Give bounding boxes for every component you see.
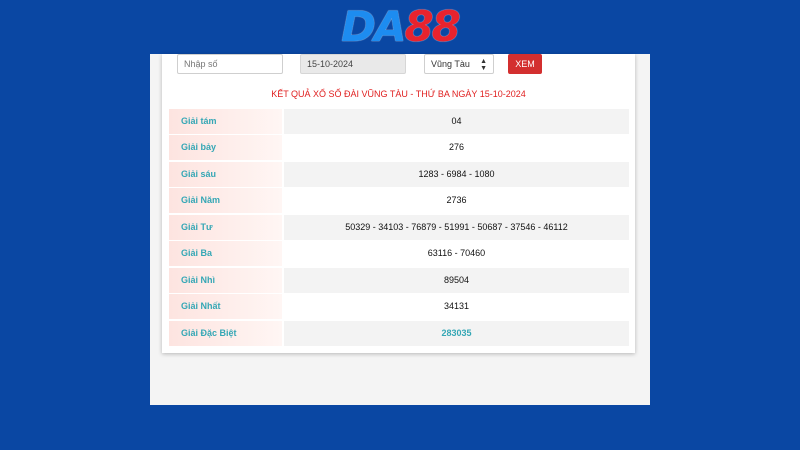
prize-label: Giải Nhất [169, 294, 282, 319]
province-select[interactable]: Vũng Tàu ▲ ▼ [424, 54, 494, 74]
prize-label: Giải Ba [169, 241, 282, 266]
table-row: Giải sáu 1283 - 6984 - 1080 [169, 162, 629, 187]
prize-value: 1283 - 6984 - 1080 [284, 162, 629, 187]
view-button[interactable]: XEM [508, 54, 542, 74]
table-row: Giải Tư 50329 - 34103 - 76879 - 51991 - … [169, 215, 629, 240]
da88-logo: DA88 [0, 4, 800, 50]
table-row: Giải Nhất 34131 [169, 294, 629, 319]
prize-value: 2736 [284, 188, 629, 213]
prize-value: 50329 - 34103 - 76879 - 51991 - 50687 - … [284, 215, 629, 240]
results-card: 15-10-2024 Vũng Tàu ▲▼ XEM KẾT QUẢ XỔ SỐ… [162, 54, 635, 353]
table-row: Giải bảy 276 [169, 135, 629, 160]
prize-label: Giải Đặc Biệt [169, 321, 282, 346]
prize-value: 63116 - 70460 [284, 241, 629, 266]
province-select-value: Vũng Tàu [431, 59, 470, 69]
search-input[interactable] [177, 54, 283, 74]
search-toolbar: 15-10-2024 Vũng Tàu ▲▼ XEM [162, 54, 635, 78]
special-prize-value: 283035 [284, 321, 629, 346]
page-container: 15-10-2024 Vũng Tàu ▲▼ XEM KẾT QUẢ XỔ SỐ… [150, 54, 650, 405]
prize-value: 04 [284, 109, 629, 134]
select-arrows-icon: ▲ ▼ [480, 58, 487, 72]
table-row: Giải tám 04 [169, 109, 629, 134]
table-row-special: Giải Đặc Biệt 283035 [169, 321, 629, 346]
prize-value: 89504 [284, 268, 629, 293]
table-row: Giải Nhì 89504 [169, 268, 629, 293]
date-field[interactable]: 15-10-2024 [300, 54, 406, 74]
result-title: KẾT QUẢ XỔ SỐ ĐÀI VŨNG TÀU - THỨ BA NGÀY… [271, 89, 526, 99]
logo-da: DA [341, 2, 406, 51]
prize-label: Giải Năm [169, 188, 282, 213]
prize-value: 276 [284, 135, 629, 160]
prize-label: Giải bảy [169, 135, 282, 160]
table-row: Giải Năm 2736 [169, 188, 629, 213]
prize-label: Giải Tư [169, 215, 282, 240]
prize-label: Giải sáu [169, 162, 282, 187]
table-row: Giải Ba 63116 - 70460 [169, 241, 629, 266]
prize-label: Giải tám [169, 109, 282, 134]
logo-88: 88 [404, 2, 460, 51]
prize-label: Giải Nhì [169, 268, 282, 293]
prize-value: 34131 [284, 294, 629, 319]
